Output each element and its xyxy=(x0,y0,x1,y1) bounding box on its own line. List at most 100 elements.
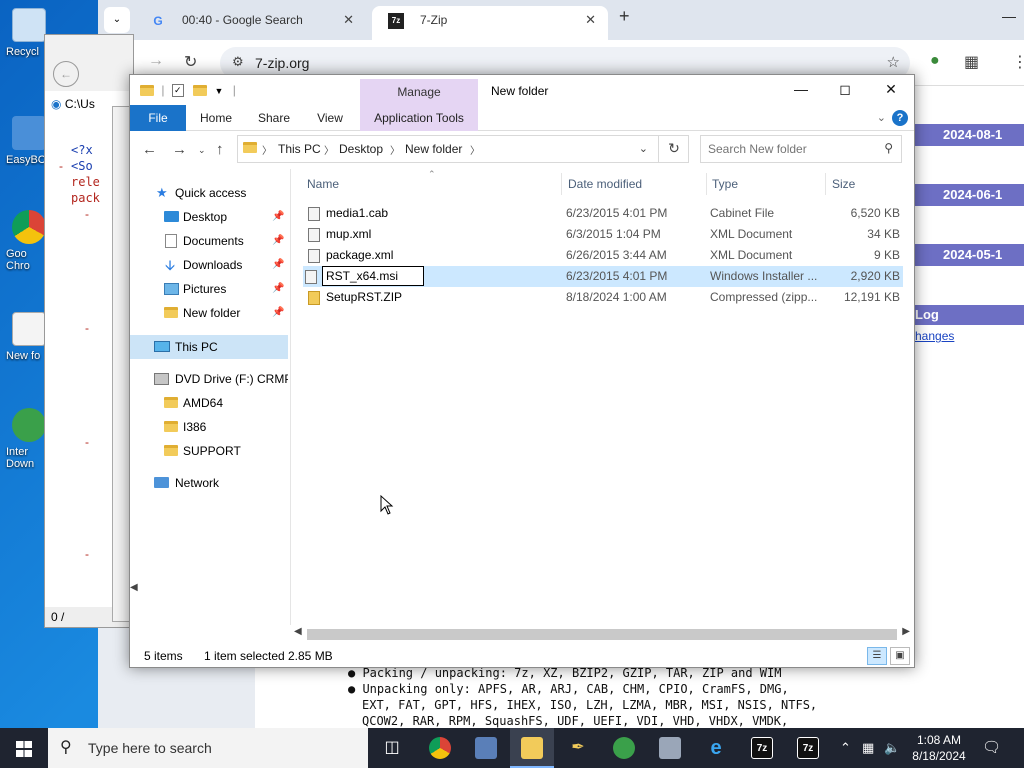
ie-download-icon[interactable] xyxy=(602,728,646,768)
bookmark-star-icon[interactable]: ☆ xyxy=(887,53,900,71)
minimize-icon[interactable]: — xyxy=(1002,8,1016,24)
pin-icon[interactable]: 📌 xyxy=(272,253,284,277)
hdd-icon[interactable] xyxy=(648,728,692,768)
refresh-button[interactable]: ↻ xyxy=(658,135,689,163)
7zip-icon[interactable]: 7z xyxy=(786,728,830,768)
help-icon[interactable]: ? xyxy=(892,110,908,126)
new-tab-icon[interactable]: + xyxy=(619,6,630,27)
nav-amd64[interactable]: AMD64 xyxy=(130,391,288,415)
forward-icon[interactable]: → xyxy=(172,141,187,158)
site-info-icon[interactable]: ⚙ xyxy=(232,54,244,70)
breadcrumb[interactable]: 〉 This PC 〉 Desktop 〉 New folder 〉 ⌄ xyxy=(237,135,689,163)
tab-7zip[interactable]: 7z 7-Zip ✕ xyxy=(372,6,608,40)
back-icon[interactable]: ← xyxy=(53,61,79,87)
close-icon[interactable]: ✕ xyxy=(585,6,596,34)
tab-google-search[interactable]: G 00:40 - Google Search ✕ xyxy=(134,6,366,40)
file-row[interactable]: SetupRST.ZIP 8/18/2024 1:00 AM Compresse… xyxy=(303,287,903,308)
breadcrumb-desktop[interactable]: Desktop xyxy=(339,142,383,156)
tab-search-chevron-icon[interactable]: ⌄ xyxy=(104,7,130,33)
file-row[interactable]: mup.xml 6/3/2015 1:04 PM XML Document 34… xyxy=(303,224,903,245)
column-size[interactable]: Size xyxy=(832,177,855,191)
rename-input[interactable]: RST_x64.msi xyxy=(322,266,424,286)
collapse-dash[interactable]: - xyxy=(59,159,63,173)
file-row[interactable]: media1.cab 6/23/2015 4:01 PM Cabinet Fil… xyxy=(303,203,903,224)
new-folder-icon[interactable] xyxy=(193,85,208,97)
tab-application-tools[interactable]: Application Tools xyxy=(360,105,478,131)
breadcrumb-this-pc[interactable]: This PC xyxy=(278,142,321,156)
file-explorer-icon[interactable] xyxy=(510,728,554,768)
forward-icon[interactable]: → xyxy=(148,52,164,70)
column-separator[interactable] xyxy=(825,173,826,195)
nav-support[interactable]: SUPPORT xyxy=(130,439,288,463)
column-name[interactable]: Name xyxy=(307,177,339,191)
collapse-dash[interactable]: - xyxy=(85,321,89,335)
maximize-button[interactable]: ◻ xyxy=(822,81,868,98)
recent-locations-icon[interactable]: ⌄ xyxy=(198,145,206,156)
pin-icon[interactable]: 📌 xyxy=(272,205,284,229)
extensions-puzzle-icon[interactable]: ▦ xyxy=(964,52,979,72)
column-separator[interactable] xyxy=(561,173,562,195)
pin-icon[interactable]: 📌 xyxy=(272,229,284,253)
notification-icon[interactable]: 🗨 xyxy=(982,738,1001,756)
reload-icon[interactable]: ↻ xyxy=(184,52,197,72)
chevron-right-icon[interactable]: 〉 xyxy=(470,142,480,157)
desktop-icon-ie-download[interactable]: Inter Down xyxy=(0,408,48,470)
file-row-selected[interactable]: RST_x64.msi 6/23/2015 4:01 PM Windows In… xyxy=(303,266,903,287)
tab-home[interactable]: Home xyxy=(190,105,242,131)
expand-ribbon-icon[interactable]: ⌄ xyxy=(877,111,886,124)
file-explorer-window[interactable]: | ✓ ▼ | Manage New folder — ◻ ✕ File Hom… xyxy=(129,74,915,668)
nav-quick-access[interactable]: ★ Quick access xyxy=(130,181,288,205)
column-separator[interactable] xyxy=(706,173,707,195)
network-icon[interactable]: ▦ xyxy=(862,740,874,756)
collapse-dash[interactable]: - xyxy=(85,547,89,561)
clock[interactable]: 1:08 AM 8/18/2024 xyxy=(904,732,974,764)
pen-icon[interactable]: ✒ xyxy=(556,728,600,768)
collapse-dash[interactable]: - xyxy=(85,207,89,221)
minimize-button[interactable]: — xyxy=(778,81,824,97)
search-input[interactable] xyxy=(708,137,878,161)
desktop-icon-easybcd[interactable]: EasyBC xyxy=(0,116,48,166)
desktop-icon-chrome[interactable]: Goo Chro xyxy=(0,210,48,272)
chevron-right-icon[interactable]: 〉 xyxy=(262,142,272,157)
nav-downloads[interactable]: 🡫 Downloads 📌 xyxy=(130,253,288,277)
chevron-down-icon[interactable]: ⌄ xyxy=(639,142,648,155)
chevron-right-icon[interactable]: 〉 xyxy=(324,142,334,157)
tab-file[interactable]: File xyxy=(130,105,186,131)
tab-share[interactable]: Share xyxy=(248,105,300,131)
server-manager-icon[interactable] xyxy=(464,728,508,768)
nav-this-pc[interactable]: This PC xyxy=(130,335,288,359)
column-date-modified[interactable]: Date modified xyxy=(568,177,642,191)
ie-icon[interactable]: e xyxy=(694,728,738,768)
properties-check-icon[interactable]: ✓ xyxy=(171,84,184,98)
column-type[interactable]: Type xyxy=(712,177,738,191)
taskbar-search[interactable]: ⚲ Type here to search xyxy=(48,728,368,768)
nav-documents[interactable]: Documents 📌 xyxy=(130,229,288,253)
extension-globe-icon[interactable]: ● xyxy=(930,52,940,70)
chrome-icon[interactable] xyxy=(418,728,462,768)
volume-muted-icon[interactable]: 🔈 xyxy=(884,740,900,756)
nav-dvd-drive[interactable]: DVD Drive (F:) CRMP xyxy=(130,367,288,391)
nav-network[interactable]: Network xyxy=(130,471,288,495)
changes-link[interactable]: hanges xyxy=(915,329,954,343)
back-icon[interactable]: ← xyxy=(142,141,157,158)
breadcrumb-new-folder[interactable]: New folder xyxy=(405,142,462,156)
customize-qat-icon[interactable]: ▼ xyxy=(215,86,224,96)
search-box[interactable]: ⚲ xyxy=(700,135,902,163)
close-button[interactable]: ✕ xyxy=(868,81,914,98)
scroll-right-icon[interactable]: ▶ xyxy=(902,626,910,637)
nav-pictures[interactable]: Pictures 📌 xyxy=(130,277,288,301)
nav-i386[interactable]: I386 xyxy=(130,415,288,439)
nav-new-folder[interactable]: New folder 📌 xyxy=(130,301,288,325)
details-view-icon[interactable]: ☰ xyxy=(867,647,887,665)
file-row[interactable]: package.xml 6/26/2015 3:44 AM XML Docume… xyxy=(303,245,903,266)
up-icon[interactable]: ↑ xyxy=(216,141,224,158)
start-button[interactable] xyxy=(0,728,48,768)
nav-scroll-left-icon[interactable]: ◀ xyxy=(130,582,144,596)
chevron-up-icon[interactable]: ⌃ xyxy=(840,740,851,756)
task-view-icon[interactable]: ◫ xyxy=(370,728,414,768)
desktop-icon-recycle-bin[interactable]: Recycl xyxy=(0,8,48,58)
menu-icon[interactable]: ⋮ xyxy=(1012,52,1024,72)
7zip-icon[interactable]: 7z xyxy=(740,728,784,768)
close-icon[interactable]: ✕ xyxy=(343,6,354,34)
desktop-icon-new-folder[interactable]: New fo xyxy=(0,312,48,362)
